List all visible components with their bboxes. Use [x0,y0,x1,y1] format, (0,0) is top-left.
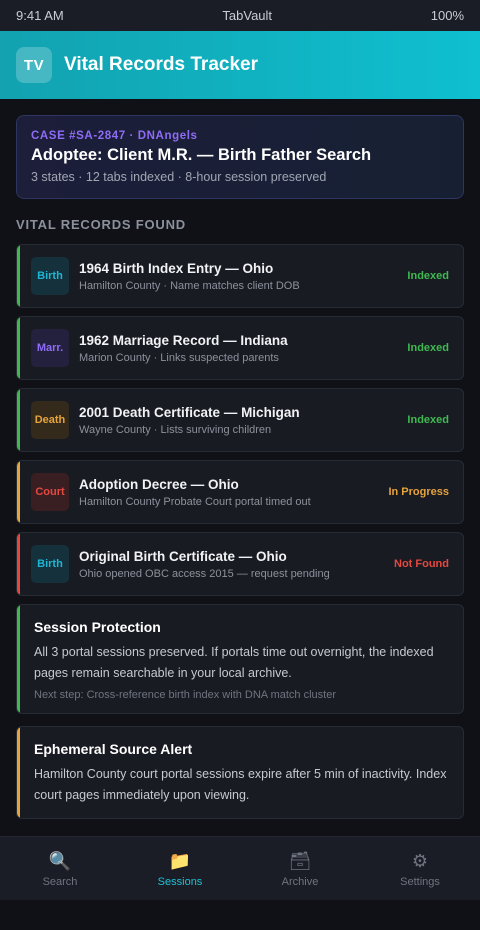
record-title: Adoption Decree — Ohio [79,476,239,492]
record-item[interactable]: Court Adoption Decree — Ohio Hamilton Co… [16,460,464,524]
record-subtitle: Wayne County · Lists surviving children [79,423,272,436]
record-item[interactable]: Death 2001 Death Certificate — Michigan … [16,388,464,452]
record-title: Original Birth Certificate — Ohio [79,548,287,564]
magnifier-icon: 🔍 [48,850,72,871]
tab-sessions[interactable]: 📁 Sessions [120,837,240,900]
app-logo: TV [16,47,52,83]
case-id: CASE #SA-2847 · DNAngels [31,130,198,142]
record-type-tag: Birth [31,545,69,583]
record-text: 2001 Death Certificate — Michigan Wayne … [79,405,401,436]
tab-archive[interactable]: 🗃 Archive [240,837,360,900]
record-item[interactable]: Birth Original Birth Certificate — Ohio … [16,532,464,596]
record-accent [17,317,20,379]
tab-label: Sessions [157,875,203,888]
gear-icon: ⚙ [411,850,429,871]
record-title: 2001 Death Certificate — Michigan [79,404,300,420]
record-subtitle: Marion County · Links suspected parents [79,351,279,364]
status-time: 9:41 AM [16,8,64,23]
tab-settings[interactable]: ⚙ Settings [360,837,480,900]
record-status: Not Found [394,558,449,570]
records-list: Birth 1964 Birth Index Entry — Ohio Hami… [16,244,464,596]
archive-box-icon: 🗃 [288,850,312,871]
record-accent [17,245,20,307]
app-header: TV Vital Records Tracker [0,31,480,99]
session-protection-card: Session Protection All 3 portal sessions… [16,604,464,715]
record-text: Adoption Decree — Ohio Hamilton County P… [79,477,382,508]
ephemeral-source-alert: Ephemeral Source Alert Hamilton County c… [16,726,464,819]
tab-label: Search [42,875,78,888]
record-text: 1964 Birth Index Entry — Ohio Hamilton C… [79,261,401,292]
card-accent [17,727,20,818]
card-accent [17,605,20,714]
status-battery: 100% [430,8,464,23]
home-indicator-area [0,900,480,930]
record-text: 1962 Marriage Record — Indiana Marion Co… [79,333,401,364]
record-status: Indexed [407,342,449,354]
folder-icon: 📁 [168,850,192,871]
record-accent [17,533,20,595]
record-type-tag: Marr. [31,329,69,367]
record-accent [17,461,20,523]
alert-body: Hamilton County court portal sessions ex… [34,767,447,802]
section-label: VITAL RECORDS FOUND [16,217,187,232]
record-subtitle: Hamilton County · Name matches client DO… [79,279,300,292]
record-subtitle: Ohio opened OBC access 2015 — request pe… [79,567,330,580]
case-title: Adoptee: Client M.R. — Birth Father Sear… [31,146,372,164]
record-status: In Progress [388,486,449,498]
session-protection-title: Session Protection [34,619,161,635]
next-step-note: Next step: Cross-reference birth index w… [34,689,337,702]
record-type-tag: Death [31,401,69,439]
alert-title: Ephemeral Source Alert [34,741,193,758]
record-accent [17,389,20,451]
tab-label: Settings [400,875,440,888]
case-card[interactable]: CASE #SA-2847 · DNAngels Adoptee: Client… [16,115,464,199]
record-subtitle: Hamilton County Probate Court portal tim… [79,495,311,508]
session-protection-body: All 3 portal sessions preserved. If port… [34,645,434,680]
status-app-name: TabVault [222,8,273,23]
record-text: Original Birth Certificate — Ohio Ohio o… [79,549,388,580]
record-title: 1962 Marriage Record — Indiana [79,332,288,348]
tab-label: Archive [281,875,319,888]
record-title: 1964 Birth Index Entry — Ohio [79,260,274,276]
status-bar: 9:41 AM TabVault 100% [0,0,480,31]
record-type-tag: Court [31,473,69,511]
main-content: CASE #SA-2847 · DNAngels Adoptee: Client… [0,99,480,819]
bottom-tab-bar: 🔍 Search 📁 Sessions 🗃 Archive ⚙ Settings [0,836,480,900]
record-type-tag: Birth [31,257,69,295]
tab-search[interactable]: 🔍 Search [0,837,120,900]
record-status: Indexed [407,270,449,282]
record-item[interactable]: Birth 1964 Birth Index Entry — Ohio Hami… [16,244,464,308]
record-item[interactable]: Marr. 1962 Marriage Record — Indiana Mar… [16,316,464,380]
record-status: Indexed [407,414,449,426]
case-meta: 3 states · 12 tabs indexed · 8-hour sess… [31,170,327,184]
app-title: Vital Records Tracker [64,54,258,75]
